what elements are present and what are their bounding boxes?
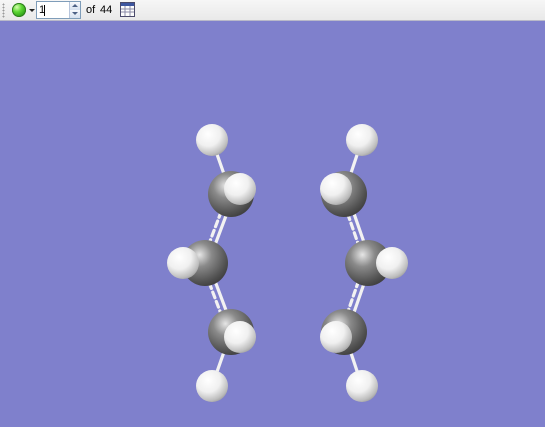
hydrogen-atom[interactable] xyxy=(320,173,352,205)
hydrogen-atom[interactable] xyxy=(320,321,352,353)
hydrogen-atom[interactable] xyxy=(224,173,256,205)
up-arrow-icon xyxy=(72,4,78,7)
hydrogen-atom[interactable] xyxy=(346,370,378,402)
of-label: of xyxy=(86,4,96,16)
toolbar: of 44 xyxy=(0,0,545,21)
frame-input[interactable] xyxy=(37,2,71,18)
hydrogen-atom[interactable] xyxy=(196,370,228,402)
dropdown-arrow-icon[interactable] xyxy=(29,9,35,12)
hydrogen-atom[interactable] xyxy=(346,124,378,156)
molecule-viewport[interactable] xyxy=(0,22,545,427)
green-circle-icon[interactable] xyxy=(12,3,26,17)
hydrogen-atom[interactable] xyxy=(196,124,228,156)
molecule-canvas[interactable] xyxy=(0,22,545,427)
frame-spinbox[interactable] xyxy=(36,1,81,19)
toolbar-grip[interactable] xyxy=(2,3,5,18)
hydrogen-atom[interactable] xyxy=(376,247,408,279)
atoms-layer xyxy=(167,124,408,402)
hydrogen-atom[interactable] xyxy=(224,321,256,353)
table-icon[interactable] xyxy=(120,2,135,17)
hydrogen-atom[interactable] xyxy=(167,247,199,279)
frame-count: 44 xyxy=(100,4,113,16)
text-caret xyxy=(44,5,45,16)
spin-down-button[interactable] xyxy=(69,10,80,18)
spin-up-button[interactable] xyxy=(69,2,80,10)
down-arrow-icon xyxy=(72,12,78,15)
spin-buttons xyxy=(69,2,80,18)
